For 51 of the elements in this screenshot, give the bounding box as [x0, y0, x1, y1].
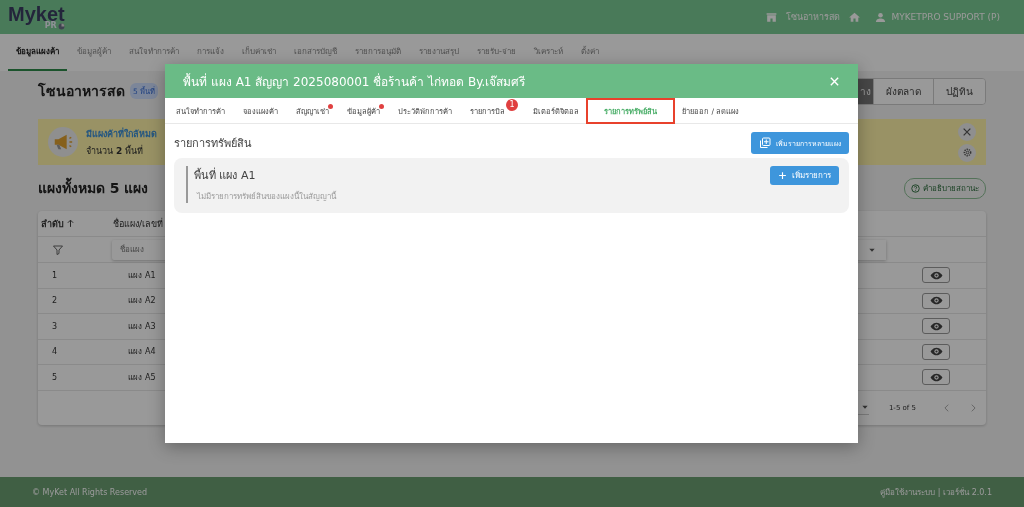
- empty-message: ไม่มีรายการทรัพย์สินของแผงนี้ในสัญญานี้: [197, 190, 336, 203]
- settings-icon: [961, 147, 973, 158]
- table-cell-text: แผง A3: [127, 320, 157, 333]
- table-cell-text: แผง A2: [127, 295, 157, 308]
- view-button[interactable]: [922, 292, 950, 309]
- add-item-button[interactable]: เพิ่มรายการ: [770, 166, 839, 185]
- close-icon: [829, 75, 840, 87]
- table-cell-text: แผง A4: [127, 346, 157, 359]
- view-button[interactable]: [922, 318, 950, 335]
- table-cell-text: 3: [51, 321, 59, 331]
- view-button[interactable]: [922, 267, 950, 284]
- settings-button[interactable]: [958, 143, 976, 162]
- section-title: รายการทรัพย์สิน: [174, 136, 252, 152]
- store-icon: [765, 10, 779, 24]
- person-icon: [875, 11, 887, 23]
- market-name[interactable]: โซนอาหารสด: [786, 10, 841, 24]
- user-name[interactable]: MYKETPRO SUPPORT (P): [891, 12, 1000, 22]
- table-cell-text: แผง A1: [127, 269, 157, 282]
- column-header[interactable]: ลำดับ: [38, 216, 78, 231]
- section-title: แผงทั้งหมด 5 แผง: [38, 177, 149, 199]
- copyright-text: © MyKet All Rights Reserved: [32, 487, 148, 497]
- help-icon: [911, 183, 920, 193]
- page-title: โซนอาหารสด: [38, 81, 125, 101]
- notification-badge: 1: [506, 98, 518, 111]
- status-help-button[interactable]: คำอธิบายสถานะ: [904, 177, 986, 199]
- close-button[interactable]: [958, 122, 976, 141]
- card-title: พื้นที่ แผง A1: [194, 166, 257, 184]
- nav-tab[interactable]: ข้อมูลผู้ค้า: [69, 34, 119, 71]
- nav-tab[interactable]: สนใจทำการค้า: [121, 34, 187, 71]
- alert-text: จำนวน 2 พื้นที่: [86, 144, 144, 158]
- table-cell-text: 5: [51, 372, 59, 382]
- footer-links[interactable]: คู่มือใช้งานระบบ | เวอร์ชั่น 2.0.1: [880, 485, 992, 499]
- alert-title: มีแผงค้าที่ใกล้หมด: [86, 126, 158, 141]
- view-button[interactable]: [922, 369, 950, 386]
- caret-icon: [860, 403, 869, 411]
- view-toggle-button[interactable]: ปฏิทิน: [933, 78, 985, 104]
- sort-arrow-icon: [66, 219, 75, 228]
- nav-tab[interactable]: ข้อมูลแผงค้า: [8, 34, 67, 71]
- filter-icon: [52, 243, 64, 256]
- table-cell-text: แผง A5: [127, 371, 157, 384]
- add-copy-icon: [759, 137, 771, 149]
- table-cell-text: 1: [51, 270, 59, 280]
- table-cell-text: 4: [51, 347, 59, 357]
- table-cell-text: 2: [51, 296, 59, 306]
- plus-icon: [778, 171, 787, 180]
- view-toggle-button[interactable]: ผังตลาด: [873, 78, 933, 104]
- close-button[interactable]: [829, 75, 840, 87]
- home-icon: [848, 10, 862, 24]
- dialog-title: พื้นที่ แผง A1 สัญญา 2025080001 ชื่อร้านค้า ไก่ทอด By.เจ๊สมศรี: [183, 72, 526, 91]
- view-button[interactable]: [922, 343, 950, 360]
- close-icon: [962, 126, 972, 137]
